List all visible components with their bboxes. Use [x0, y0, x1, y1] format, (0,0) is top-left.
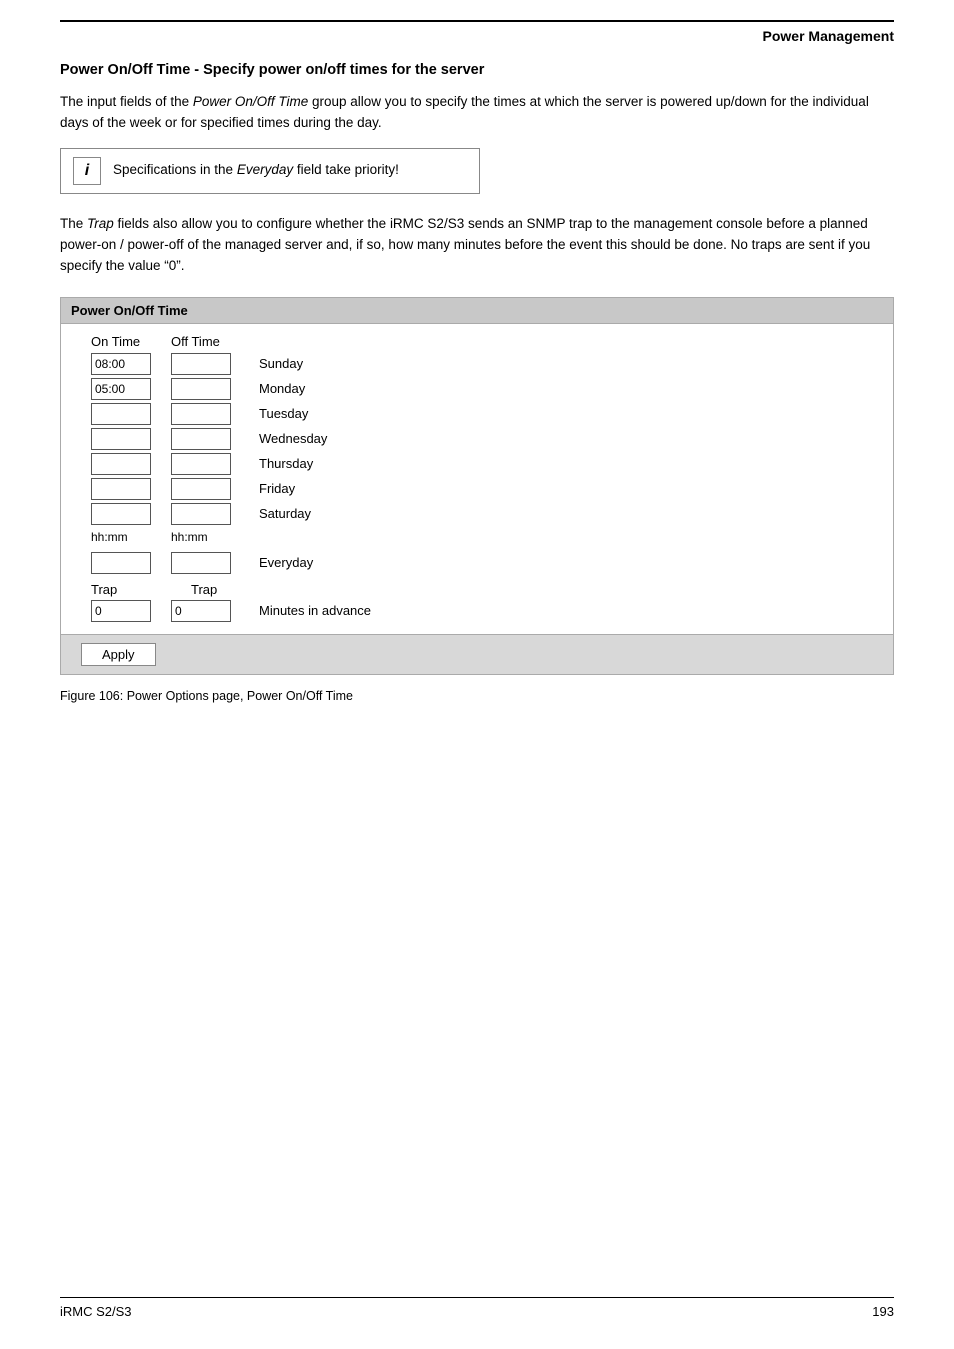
- sunday-row: Sunday: [81, 353, 873, 375]
- wednesday-off-input[interactable]: [171, 428, 231, 450]
- everyday-off-input[interactable]: [171, 552, 231, 574]
- tuesday-label: Tuesday: [259, 406, 308, 421]
- apply-row: Apply: [61, 634, 893, 674]
- tuesday-row: Tuesday: [81, 403, 873, 425]
- info-box: i Specifications in the Everyday field t…: [60, 148, 480, 194]
- sunday-label: Sunday: [259, 356, 303, 371]
- saturday-off-input[interactable]: [171, 503, 231, 525]
- everyday-row: Everyday: [81, 552, 873, 574]
- trap-headers: Trap Trap: [91, 582, 873, 597]
- format-hint-row: hh:mm hh:mm: [81, 530, 873, 544]
- footer-page-number: 193: [872, 1304, 894, 1319]
- wednesday-row: Wednesday: [81, 428, 873, 450]
- off-time-header: Off Time: [171, 334, 251, 349]
- trap-section: Trap Trap Minutes in advance: [81, 582, 873, 622]
- friday-label: Friday: [259, 481, 295, 496]
- intro-paragraph: The input fields of the Power On/Off Tim…: [60, 92, 894, 134]
- sunday-off-input[interactable]: [171, 353, 231, 375]
- trap-row: Minutes in advance: [91, 600, 873, 622]
- power-onoff-table: Power On/Off Time On Time Off Time Sunda…: [60, 297, 894, 675]
- off-format-label: hh:mm: [171, 530, 231, 544]
- everyday-on-input[interactable]: [91, 552, 151, 574]
- figure-caption: Figure 106: Power Options page, Power On…: [60, 689, 894, 703]
- info-text: Specifications in the Everyday field tak…: [113, 157, 399, 180]
- tuesday-on-input[interactable]: [91, 403, 151, 425]
- friday-on-input[interactable]: [91, 478, 151, 500]
- table-header: Power On/Off Time: [61, 298, 893, 324]
- page-header-title: Power Management: [763, 28, 894, 44]
- thursday-off-input[interactable]: [171, 453, 231, 475]
- sunday-on-input[interactable]: [91, 353, 151, 375]
- wednesday-on-input[interactable]: [91, 428, 151, 450]
- saturday-row: Saturday: [81, 503, 873, 525]
- trap-on-header: Trap: [91, 582, 171, 597]
- friday-row: Friday: [81, 478, 873, 500]
- apply-button[interactable]: Apply: [81, 643, 156, 666]
- thursday-on-input[interactable]: [91, 453, 151, 475]
- monday-off-input[interactable]: [171, 378, 231, 400]
- column-headers: On Time Off Time: [81, 334, 873, 349]
- on-time-header: On Time: [91, 334, 171, 349]
- info-icon: i: [73, 157, 101, 185]
- monday-on-input[interactable]: [91, 378, 151, 400]
- friday-off-input[interactable]: [171, 478, 231, 500]
- section-title: Power On/Off Time - Specify power on/off…: [60, 62, 894, 78]
- everyday-label: Everyday: [259, 555, 313, 570]
- on-format-label: hh:mm: [91, 530, 151, 544]
- minutes-in-advance-label: Minutes in advance: [259, 603, 371, 618]
- trap-description: The Trap fields also allow you to config…: [60, 214, 894, 277]
- trap-off-header: Trap: [191, 582, 271, 597]
- saturday-label: Saturday: [259, 506, 311, 521]
- wednesday-label: Wednesday: [259, 431, 327, 446]
- monday-label: Monday: [259, 381, 305, 396]
- saturday-on-input[interactable]: [91, 503, 151, 525]
- trap-off-input[interactable]: [171, 600, 231, 622]
- footer-product-name: iRMC S2/S3: [60, 1304, 132, 1319]
- tuesday-off-input[interactable]: [171, 403, 231, 425]
- thursday-row: Thursday: [81, 453, 873, 475]
- thursday-label: Thursday: [259, 456, 313, 471]
- page-footer: iRMC S2/S3 193: [60, 1297, 894, 1319]
- monday-row: Monday: [81, 378, 873, 400]
- day-rows: Sunday Monday Tuesday: [81, 353, 873, 528]
- trap-on-input[interactable]: [91, 600, 151, 622]
